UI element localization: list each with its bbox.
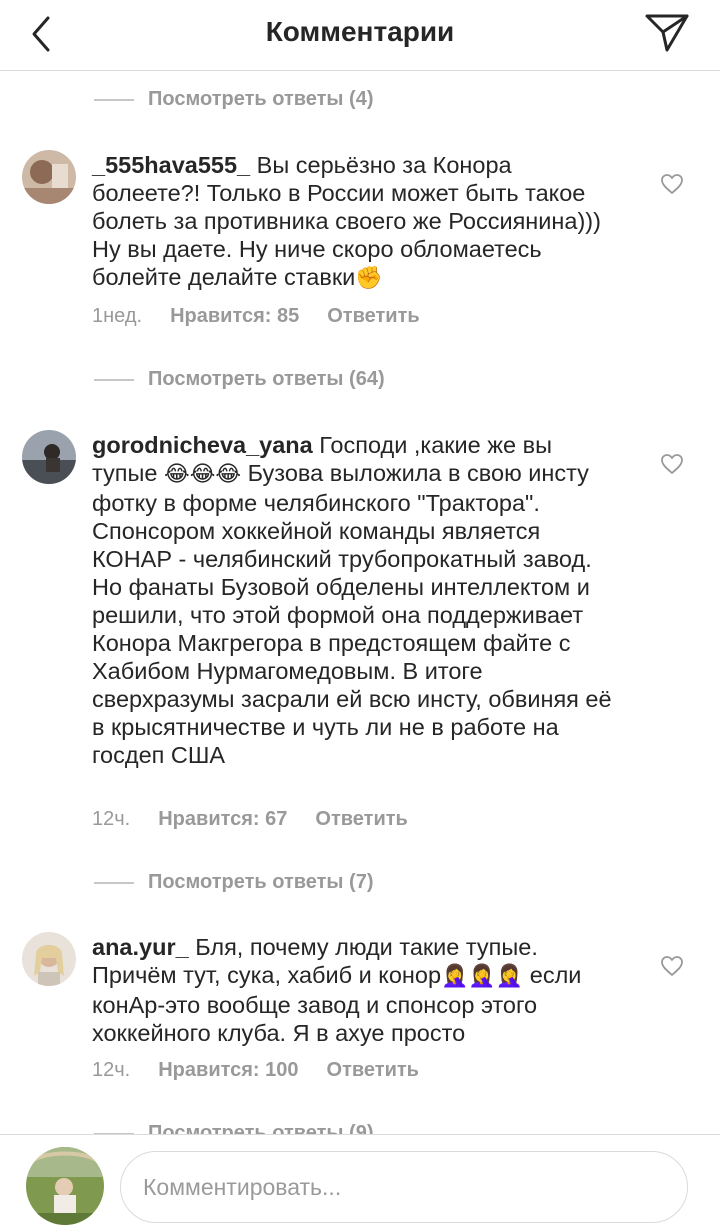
comment-text: gorodnicheva_yana Господи ,какие же вы т… [92, 431, 612, 769]
likes-count[interactable]: Нравится: 100 [158, 1059, 298, 1081]
view-replies-button[interactable]: Посмотреть ответы (7) [148, 871, 374, 894]
comment-meta: 12ч. Нравится: 100 Ответить [92, 1059, 447, 1082]
comment-username[interactable]: _555hava555_ [92, 152, 250, 178]
reply-button[interactable]: Ответить [315, 808, 407, 830]
comment-time: 12ч. [92, 808, 131, 830]
comment-meta: 12ч. Нравится: 67 Ответить [92, 808, 436, 831]
view-replies-row: Посмотреть ответы (4) [0, 80, 720, 120]
comment-time: 1нед. [92, 305, 143, 327]
view-replies-row: Посмотреть ответы (7) [0, 863, 720, 903]
comment-text: _555hava555_ Вы серьёзно за Конора более… [92, 151, 612, 293]
reply-button[interactable]: Ответить [327, 305, 419, 327]
avatar[interactable] [22, 150, 76, 204]
like-button[interactable] [660, 955, 684, 977]
top-bar: Комментарии [0, 0, 720, 71]
likes-count[interactable]: Нравится: 67 [158, 808, 287, 830]
heart-outline-icon [661, 956, 683, 976]
like-button[interactable] [660, 173, 684, 195]
avatar-image [22, 430, 76, 484]
reply-button[interactable]: Ответить [327, 1059, 419, 1081]
avatar-image [22, 932, 76, 986]
replies-divider [94, 379, 134, 381]
avatar-image [22, 150, 76, 204]
likes-count[interactable]: Нравится: 85 [170, 305, 299, 327]
comment-message-end: Бузова выложила в свою инсту фотку в фор… [92, 460, 612, 768]
replies-divider [94, 882, 134, 884]
comment-composer [0, 1134, 720, 1232]
avatar-image [26, 1147, 104, 1225]
paper-plane-icon [645, 14, 689, 52]
comment-time: 12ч. [92, 1059, 131, 1081]
avatar[interactable] [22, 430, 76, 484]
like-button[interactable] [660, 453, 684, 475]
comment-username[interactable]: ana.yur_ [92, 934, 189, 960]
laughing-emoji: 😂😂😂 [164, 462, 242, 487]
heart-outline-icon [661, 174, 683, 194]
page-title: Комментарии [265, 16, 455, 47]
comment-text: ana.yur_ Бля, почему люди такие тупые. П… [92, 933, 612, 1047]
heart-outline-icon [661, 454, 683, 474]
comment-username[interactable]: gorodnicheva_yana [92, 432, 313, 458]
comment-meta: 1нед. Нравится: 85 Ответить [92, 305, 448, 328]
view-replies-row: Посмотреть ответы (64) [0, 360, 720, 400]
fist-emoji: ✊ [355, 266, 383, 291]
avatar[interactable] [22, 932, 76, 986]
facepalm-emoji: 🤦‍♀️🤦‍♀️🤦‍♀️ [441, 964, 524, 989]
direct-send-button[interactable] [644, 12, 690, 54]
current-user-avatar [26, 1147, 104, 1225]
comment-input[interactable] [120, 1151, 688, 1223]
view-replies-button[interactable]: Посмотреть ответы (64) [148, 368, 385, 391]
replies-divider [94, 99, 134, 101]
view-replies-button[interactable]: Посмотреть ответы (4) [148, 88, 374, 111]
